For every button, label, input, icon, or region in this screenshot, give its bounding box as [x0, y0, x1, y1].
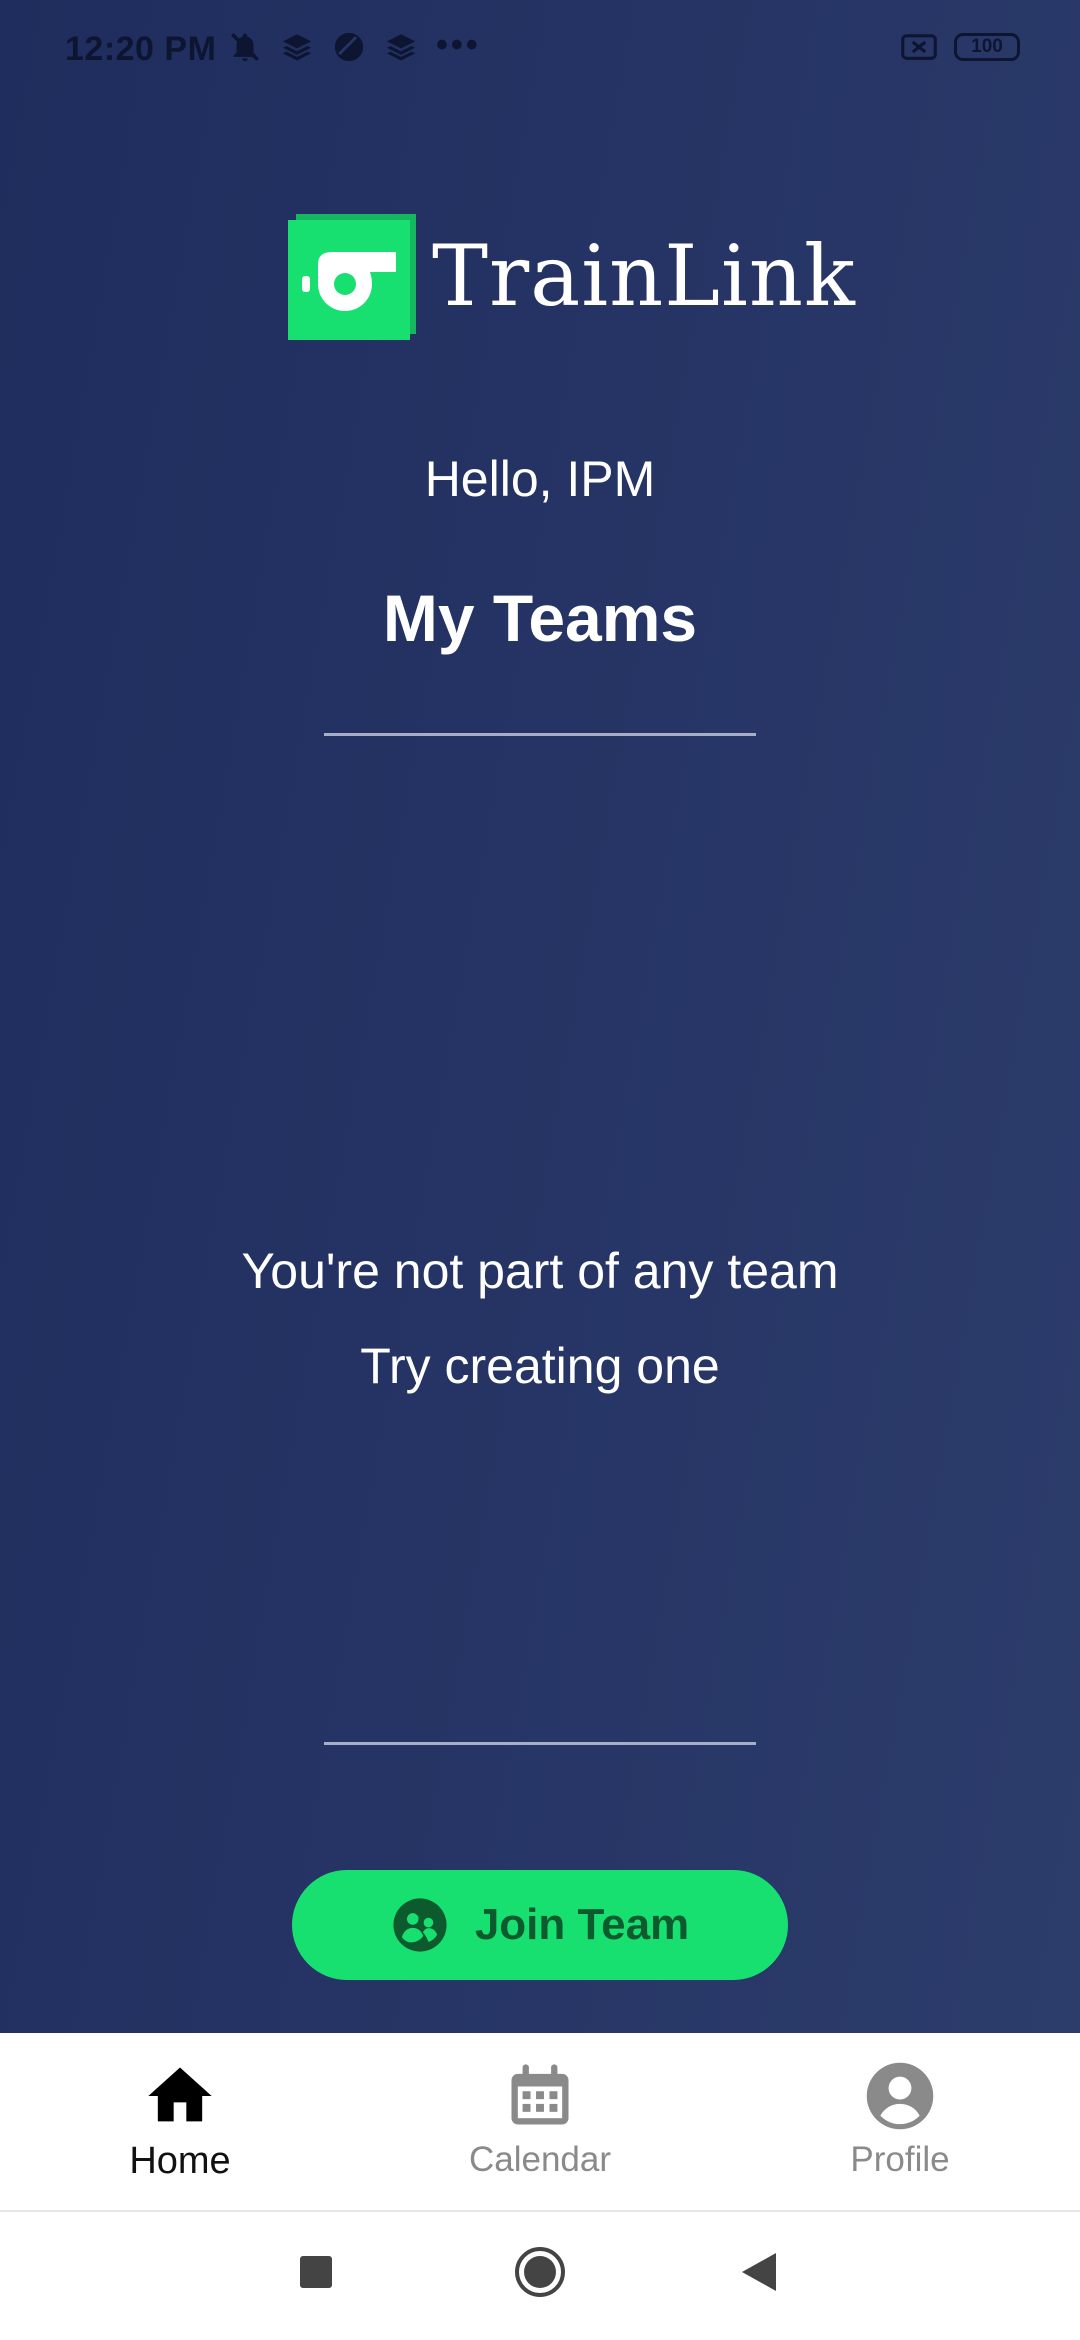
notifications-off-icon	[230, 32, 260, 62]
sim-x-icon	[901, 34, 937, 60]
greeting-text: Hello, IPM	[424, 451, 656, 507]
status-icons	[228, 30, 418, 64]
nav-label-profile: Profile	[850, 2140, 950, 2179]
status-time: 12:20 PM	[65, 30, 217, 68]
battery-indicator: 100	[954, 33, 1020, 61]
nav-label-calendar: Calendar	[468, 2140, 612, 2179]
whistle-icon	[288, 214, 416, 340]
empty-state-subtitle: Try creating one	[360, 1338, 720, 1394]
stack-icon	[386, 34, 416, 61]
app-name: TrainLink	[432, 227, 856, 325]
recents-button[interactable]	[300, 2256, 332, 2288]
join-team-button[interactable]: Join Team	[292, 1870, 788, 1980]
back-button[interactable]	[742, 2253, 776, 2291]
team-icon	[393, 1898, 447, 1952]
nav-item-home[interactable]: Home	[0, 2033, 360, 2210]
join-team-label: Join Team	[474, 1900, 690, 1949]
page-title: My Teams	[382, 581, 698, 655]
nav-label-home: Home	[129, 2140, 231, 2182]
calendar-icon	[511, 2064, 569, 2125]
nav-item-profile[interactable]: Profile	[720, 2033, 1080, 2210]
bottom-nav: Home Calendar Profile	[0, 2033, 1080, 2210]
app-screen: 12:20 PM ••• 100 TrainLink Hello, IPM My…	[0, 0, 1080, 2033]
home-button[interactable]	[514, 2246, 566, 2298]
status-bar: 12:20 PM ••• 100	[0, 0, 1080, 100]
status-overflow: •••	[436, 26, 481, 64]
divider-top	[324, 733, 756, 736]
stack-icon	[282, 34, 312, 61]
circle-app-icon	[334, 32, 364, 62]
nav-item-calendar[interactable]: Calendar	[360, 2033, 720, 2210]
status-right: 100	[900, 32, 1020, 62]
profile-icon	[866, 2062, 934, 2130]
app-logo: TrainLink	[288, 212, 856, 340]
home-icon	[148, 2067, 212, 2122]
empty-state-title: You're not part of any team	[241, 1243, 839, 1299]
divider-bottom	[324, 1742, 756, 1745]
